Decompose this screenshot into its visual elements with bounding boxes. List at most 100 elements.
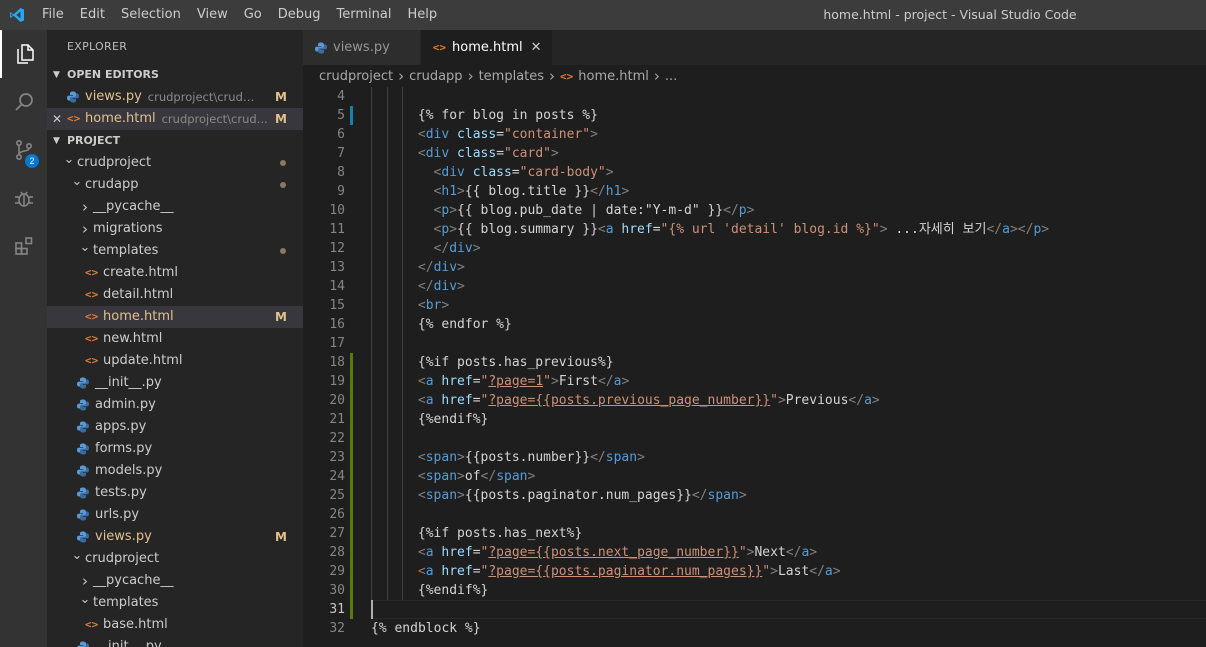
html-file-icon: <> [560,69,574,83]
code-line[interactable]: 26 [303,505,1206,524]
open-editor-item[interactable]: views.py crudproject\crudapp M [47,86,303,108]
tree-item-detail-html[interactable]: <> detail.html [47,284,303,306]
tree-item-forms-py[interactable]: forms.py [47,438,303,460]
tree-item-urls-py[interactable]: urls.py [47,504,303,526]
line-number: 22 [329,431,345,446]
tab-views-py[interactable]: views.py [303,30,421,65]
menu-view[interactable]: View [189,0,236,30]
search-icon[interactable] [0,78,47,126]
menu-go[interactable]: Go [236,0,270,30]
menu-help[interactable]: Help [399,0,445,30]
explorer-icon[interactable] [0,30,47,78]
code-line[interactable]: 25 <span>{{posts.paginator.num_pages}}</s… [303,486,1206,505]
code-line[interactable]: 32 {% endblock %} [303,619,1206,638]
debug-icon[interactable] [0,174,47,222]
tree-item-models-py[interactable]: models.py [47,460,303,482]
open-editor-item[interactable]: ✕ <> home.html crudproject\crud... M [47,108,303,130]
line-number: 31 [329,602,345,617]
added-line-marker [350,486,353,505]
code-line[interactable]: 18 {%if posts.has_previous%} [303,353,1206,372]
extensions-icon[interactable] [0,222,47,270]
tree-item-apps-py[interactable]: apps.py [47,416,303,438]
tree-item-label: __pycache__ [93,573,174,588]
code-line[interactable]: 19 <a href="?page=1">First</a> [303,372,1206,391]
code-editor[interactable]: 4 5 {% for blog in posts %} 6 <div class="co… [303,87,1206,647]
code-token: < [417,127,426,142]
tree-item-new-html[interactable]: <> new.html [47,328,303,350]
project-header[interactable]: ▼ PROJECT [47,130,303,152]
html-file-icon: <> [67,112,81,125]
menu-selection[interactable]: Selection [113,0,189,30]
code-token: < [417,146,426,161]
menu-edit[interactable]: Edit [72,0,113,30]
tree-item--pycache-[interactable]: › __pycache__ [47,196,303,218]
breadcrumb-item[interactable]: ... [665,69,677,84]
code-text: <h1>{{ blog.title }}</h1> [434,182,630,201]
code-line[interactable]: 29 <a href="?page={{posts.paginator.num_p… [303,562,1206,581]
code-line[interactable]: 16 {% endfor %} [303,315,1206,334]
tree-item-label: __init__.py [95,375,162,390]
code-line[interactable]: 31 [303,600,1206,619]
code-line[interactable]: 28 <a href= "?page={{posts.next_page_numbe… [303,543,1206,562]
open-editors-header[interactable]: ▼ OPEN EDITORS [47,64,303,86]
code-text: {%if posts.has_previous%} [418,353,614,372]
code-line[interactable]: 20 <a href="?page={{posts.previous_page_n… [303,391,1206,410]
code-line[interactable]: 4 [303,87,1206,106]
menu-file[interactable]: File [34,0,72,30]
code-line[interactable]: 8 <div class="card-body"> [303,163,1206,182]
code-line[interactable]: 7 <div class="card"> [303,144,1206,163]
tree-item-crudapp[interactable]: ⌄ crudapp [47,174,303,196]
breadcrumb-item[interactable]: home.html [578,69,649,84]
menu-debug[interactable]: Debug [270,0,329,30]
code-token: = [496,146,505,161]
code-line[interactable]: 23 <span>{{posts.number}}</span> [303,448,1206,467]
tree-item-views-py[interactable]: views.py M [47,526,303,548]
tree-item-templates[interactable]: ⌄ templates [47,592,303,614]
tree-item-label: templates [93,243,159,258]
code-line[interactable]: 5 {% for blog in posts %} [303,106,1206,125]
tree-item-templates[interactable]: ⌄ templates [47,240,303,262]
close-icon[interactable]: ✕ [49,108,65,130]
code-token: < [417,564,426,579]
code-line[interactable]: 12 </div> [303,239,1206,258]
code-token: {% endfor %} [417,317,512,332]
breadcrumb-item[interactable]: templates [479,69,544,84]
code-line[interactable]: 6 <div class="container"> [303,125,1206,144]
tree-item--init-py[interactable]: __init__.py [47,372,303,394]
code-line[interactable]: 11 <p>{{ blog.summary }}<a href="{% url '… [303,220,1206,239]
code-token: = [511,165,520,180]
breadcrumb-item[interactable]: crudproject [319,69,393,84]
code-line[interactable]: 22 [303,429,1206,448]
source-control-icon[interactable]: 2 [0,126,47,174]
chevron-right-icon: › [398,67,405,85]
code-line[interactable]: 24 <span>of</span> [303,467,1206,486]
tree-item-home-html[interactable]: <> home.html M [47,306,303,328]
tree-item-crudproject[interactable]: ⌄ crudproject [47,548,303,570]
tree-item-label: base.html [103,617,168,632]
code-line[interactable]: 27 {%if posts.has_next%} [303,524,1206,543]
code-line[interactable]: 14 </div> [303,277,1206,296]
code-text: <p>{{ blog.summary }}<a href="{% url 'de… [434,220,1050,239]
close-icon[interactable]: ✕ [531,40,542,55]
code-line[interactable]: 21 {%endif%} [303,410,1206,429]
menu-terminal[interactable]: Terminal [329,0,400,30]
code-token: "container" [504,127,591,142]
tree-item-update-html[interactable]: <> update.html [47,350,303,372]
code-line[interactable]: 10 <p>{{ blog.pub_date | date:"Y-m-d" }}<… [303,201,1206,220]
tab-home-html[interactable]: <> home.html ✕ [420,30,553,65]
tree-item-crudproject[interactable]: ⌄ crudproject [47,152,303,174]
code-line[interactable]: 15 <br> [303,296,1206,315]
code-line[interactable]: 9 <h1>{{ blog.title }}</h1> [303,182,1206,201]
tree-item-tests-py[interactable]: tests.py [47,482,303,504]
tree-item-base-html[interactable]: <> base.html [47,614,303,636]
modified-dot-icon [280,182,286,188]
code-token: </ [590,184,606,199]
code-line[interactable]: 13 </div> [303,258,1206,277]
tree-item--init-py[interactable]: __init__.py [47,636,303,647]
code-line[interactable]: 30 {%endif%} [303,581,1206,600]
tree-item-create-html[interactable]: <> create.html [47,262,303,284]
code-token: br [425,298,442,313]
breadcrumb-item[interactable]: crudapp [409,69,462,84]
tree-item-admin-py[interactable]: admin.py [47,394,303,416]
code-line[interactable]: 17 [303,334,1206,353]
